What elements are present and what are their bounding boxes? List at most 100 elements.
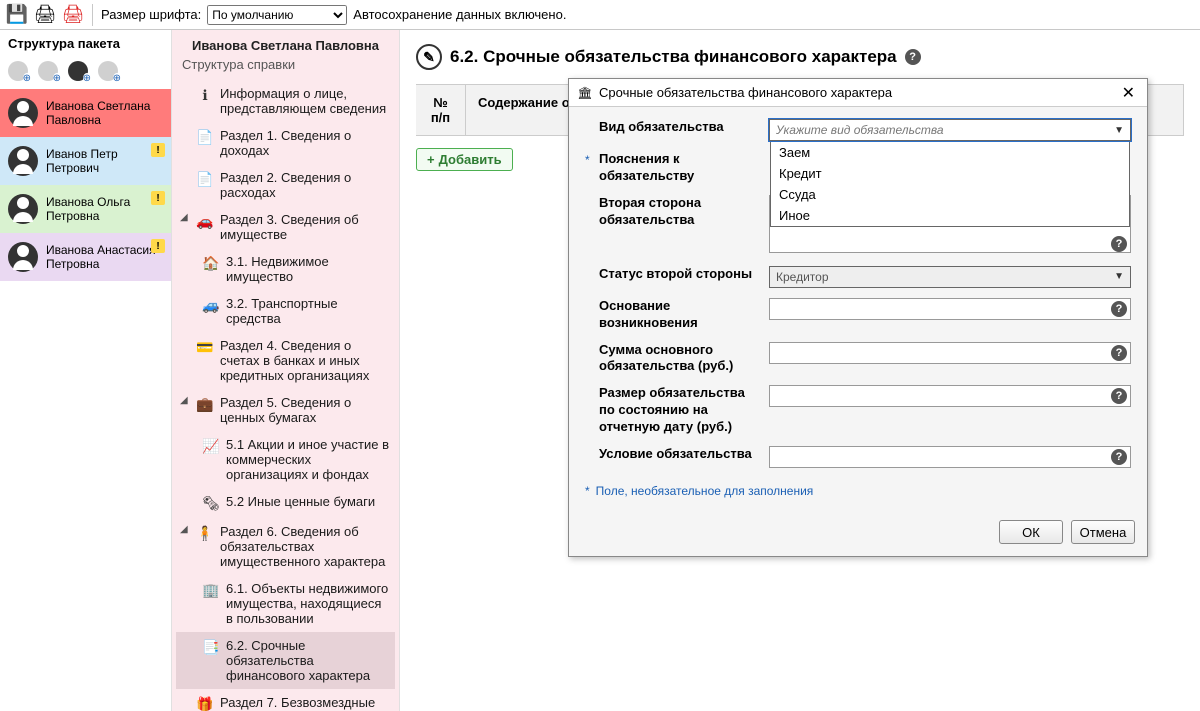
help-icon[interactable]: ? <box>1111 236 1127 252</box>
add-person-icon[interactable] <box>98 61 118 81</box>
dialog-titlebar: 🏛 Срочные обязательства финансового хара… <box>569 79 1147 107</box>
tree-label: 6.1. Объекты недвижимого имущества, нахо… <box>226 581 391 626</box>
tree-item[interactable]: ◢ 💼 Раздел 5. Сведения о ценных бумагах <box>176 389 395 431</box>
avatar-icon <box>8 242 38 272</box>
add-label: Добавить <box>439 152 502 167</box>
reference-subtitle: Структура справки <box>172 55 399 80</box>
option-ssuda[interactable]: Ссуда <box>771 184 1129 205</box>
tree-label: 3.1. Недвижимое имущество <box>226 254 391 284</box>
person-item[interactable]: Иванов Петр Петрович ! <box>0 137 171 185</box>
tree-item[interactable]: 📑6.2. Срочные обязательства финансового … <box>176 632 395 689</box>
person-item[interactable]: Иванова Ольга Петровна ! <box>0 185 171 233</box>
tree-icon: 💼 <box>196 395 214 413</box>
font-size-label: Размер шрифта: <box>101 7 201 22</box>
reference-panel: Иванова Светлана Павловна Структура спра… <box>172 30 400 711</box>
person-item[interactable]: Иванова Анастасия Петровна ! <box>0 233 171 281</box>
tree-label: Раздел 1. Сведения о доходах <box>220 128 391 158</box>
sum-main-input[interactable] <box>769 342 1131 364</box>
tree-label: Раздел 7. Безвозмездные сделки <box>220 695 391 711</box>
expand-icon: ◢ <box>180 524 190 535</box>
tree-label: Раздел 5. Сведения о ценных бумагах <box>220 395 391 425</box>
tree-item[interactable]: ◢🚗Раздел 3. Сведения об имуществе <box>176 206 395 248</box>
help-icon[interactable]: ? <box>1111 345 1127 361</box>
add-person-icon[interactable] <box>38 61 58 81</box>
tree-label: Раздел 2. Сведения о расходах <box>220 170 391 200</box>
person-name: Иванова Анастасия Петровна <box>46 243 163 272</box>
tree-icon: 🧍 <box>196 524 214 542</box>
kind-combo[interactable]: Укажите вид обязательства ▼ Заем Кредит … <box>769 119 1131 141</box>
add-button[interactable]: + Добавить <box>416 148 513 171</box>
label-kind: Вид обязательства <box>599 119 769 136</box>
tree-item[interactable]: 📄 Раздел 2. Сведения о расходах <box>176 164 395 206</box>
reference-person: Иванова Светлана Павловна <box>172 30 399 55</box>
tree-item[interactable]: 📈5.1 Акции и иное участие в коммерческих… <box>176 431 395 488</box>
tree-icon: 🚗 <box>196 212 214 230</box>
add-person-icon[interactable] <box>68 61 88 81</box>
expand-icon: ◢ <box>180 395 190 406</box>
avatar-icon <box>8 146 38 176</box>
tree-icon: 🏠 <box>202 254 220 272</box>
package-panel: Структура пакета Иванова Светлана Павлов… <box>0 30 172 711</box>
tree-item[interactable]: 🎁 Раздел 7. Безвозмездные сделки <box>176 689 395 711</box>
tree-label: Раздел 3. Сведения об имуществе <box>220 212 391 242</box>
tree-item[interactable]: 💳Раздел 4. Сведения о счетах в банках и … <box>176 332 395 389</box>
tree-label: 5.2 Иные ценные бумаги <box>226 494 391 509</box>
second-status-value: Кредитор <box>776 270 829 284</box>
tree-icon: 🚙 <box>202 296 220 314</box>
tree-item[interactable]: 🚙3.2. Транспортные средства <box>176 290 395 332</box>
label-second-status: Статус второй стороны <box>599 266 769 283</box>
person-name: Иванова Светлана Павловна <box>46 99 163 128</box>
tree-item[interactable]: 🏠 3.1. Недвижимое имущество <box>176 248 395 290</box>
tree-label: 6.2. Срочные обязательства финансового х… <box>226 638 391 683</box>
plus-icon: + <box>427 152 435 167</box>
section-icon: ✎ <box>416 44 442 70</box>
tree-item[interactable]: ◢🧍Раздел 6. Сведения об обязательствах и… <box>176 518 395 575</box>
tree-item[interactable]: 🗞5.2 Иные ценные бумаги <box>176 488 395 518</box>
warning-icon: ! <box>151 191 165 205</box>
font-size-select[interactable]: По умолчанию <box>207 5 347 25</box>
tree-item[interactable]: 🏢6.1. Объекты недвижимого имущества, нах… <box>176 575 395 632</box>
ok-button[interactable]: ОК <box>999 520 1063 544</box>
add-person-icon[interactable] <box>8 61 28 81</box>
tree-item[interactable]: 📄 Раздел 1. Сведения о доходах <box>176 122 395 164</box>
warning-icon: ! <box>151 239 165 253</box>
sum-report-input[interactable] <box>769 385 1131 407</box>
avatar-icon <box>8 194 38 224</box>
optional-footnote: *Поле, необязательное для заполнения <box>585 478 1131 504</box>
label-sum-main: Сумма основного обязательства (руб.) <box>599 342 769 376</box>
toolbar: 💾 🖨 🖨 Размер шрифта: По умолчанию Автосо… <box>0 0 1200 30</box>
tree-item[interactable]: ℹ Информация о лице, представляющем сведе… <box>176 80 395 122</box>
tree-icon: 📄 <box>196 128 214 146</box>
option-credit[interactable]: Кредит <box>771 163 1129 184</box>
help-icon[interactable]: ? <box>905 49 921 65</box>
cancel-button[interactable]: Отмена <box>1071 520 1135 544</box>
role-icons <box>0 57 171 89</box>
label-condition: Условие обязательства <box>599 446 769 463</box>
package-title: Структура пакета <box>0 30 171 57</box>
help-icon[interactable]: ? <box>1111 301 1127 317</box>
kind-placeholder: Укажите вид обязательства <box>776 123 944 137</box>
close-icon[interactable]: ✕ <box>1118 83 1139 103</box>
dialog-icon: 🏛 <box>577 85 593 101</box>
option-other[interactable]: Иное <box>771 205 1129 226</box>
tree-icon: ℹ <box>196 86 214 104</box>
help-icon[interactable]: ? <box>1111 449 1127 465</box>
warning-icon: ! <box>151 143 165 157</box>
tree-icon: 📄 <box>196 170 214 188</box>
tree-icon: 🎁 <box>196 695 214 711</box>
basis-input[interactable] <box>769 298 1131 320</box>
tree-icon: 📈 <box>202 437 220 455</box>
tree-label: Информация о лице, представляющем сведен… <box>220 86 391 116</box>
label-basis: Основание возникновения <box>599 298 769 332</box>
second-status-combo[interactable]: Кредитор ▼ <box>769 266 1131 288</box>
avatar-icon <box>8 98 38 128</box>
save-icon[interactable]: 💾 <box>6 4 28 26</box>
chevron-down-icon: ▼ <box>1114 271 1124 282</box>
label-second-party: Вторая сторона обязательства <box>599 195 769 229</box>
print-red-icon[interactable]: 🖨 <box>62 4 84 26</box>
condition-input[interactable] <box>769 446 1131 468</box>
section-title: 6.2. Срочные обязательства финансового х… <box>450 47 897 67</box>
person-item[interactable]: Иванова Светлана Павловна <box>0 89 171 137</box>
option-loan[interactable]: Заем <box>771 142 1129 163</box>
print-icon[interactable]: 🖨 <box>34 4 56 26</box>
